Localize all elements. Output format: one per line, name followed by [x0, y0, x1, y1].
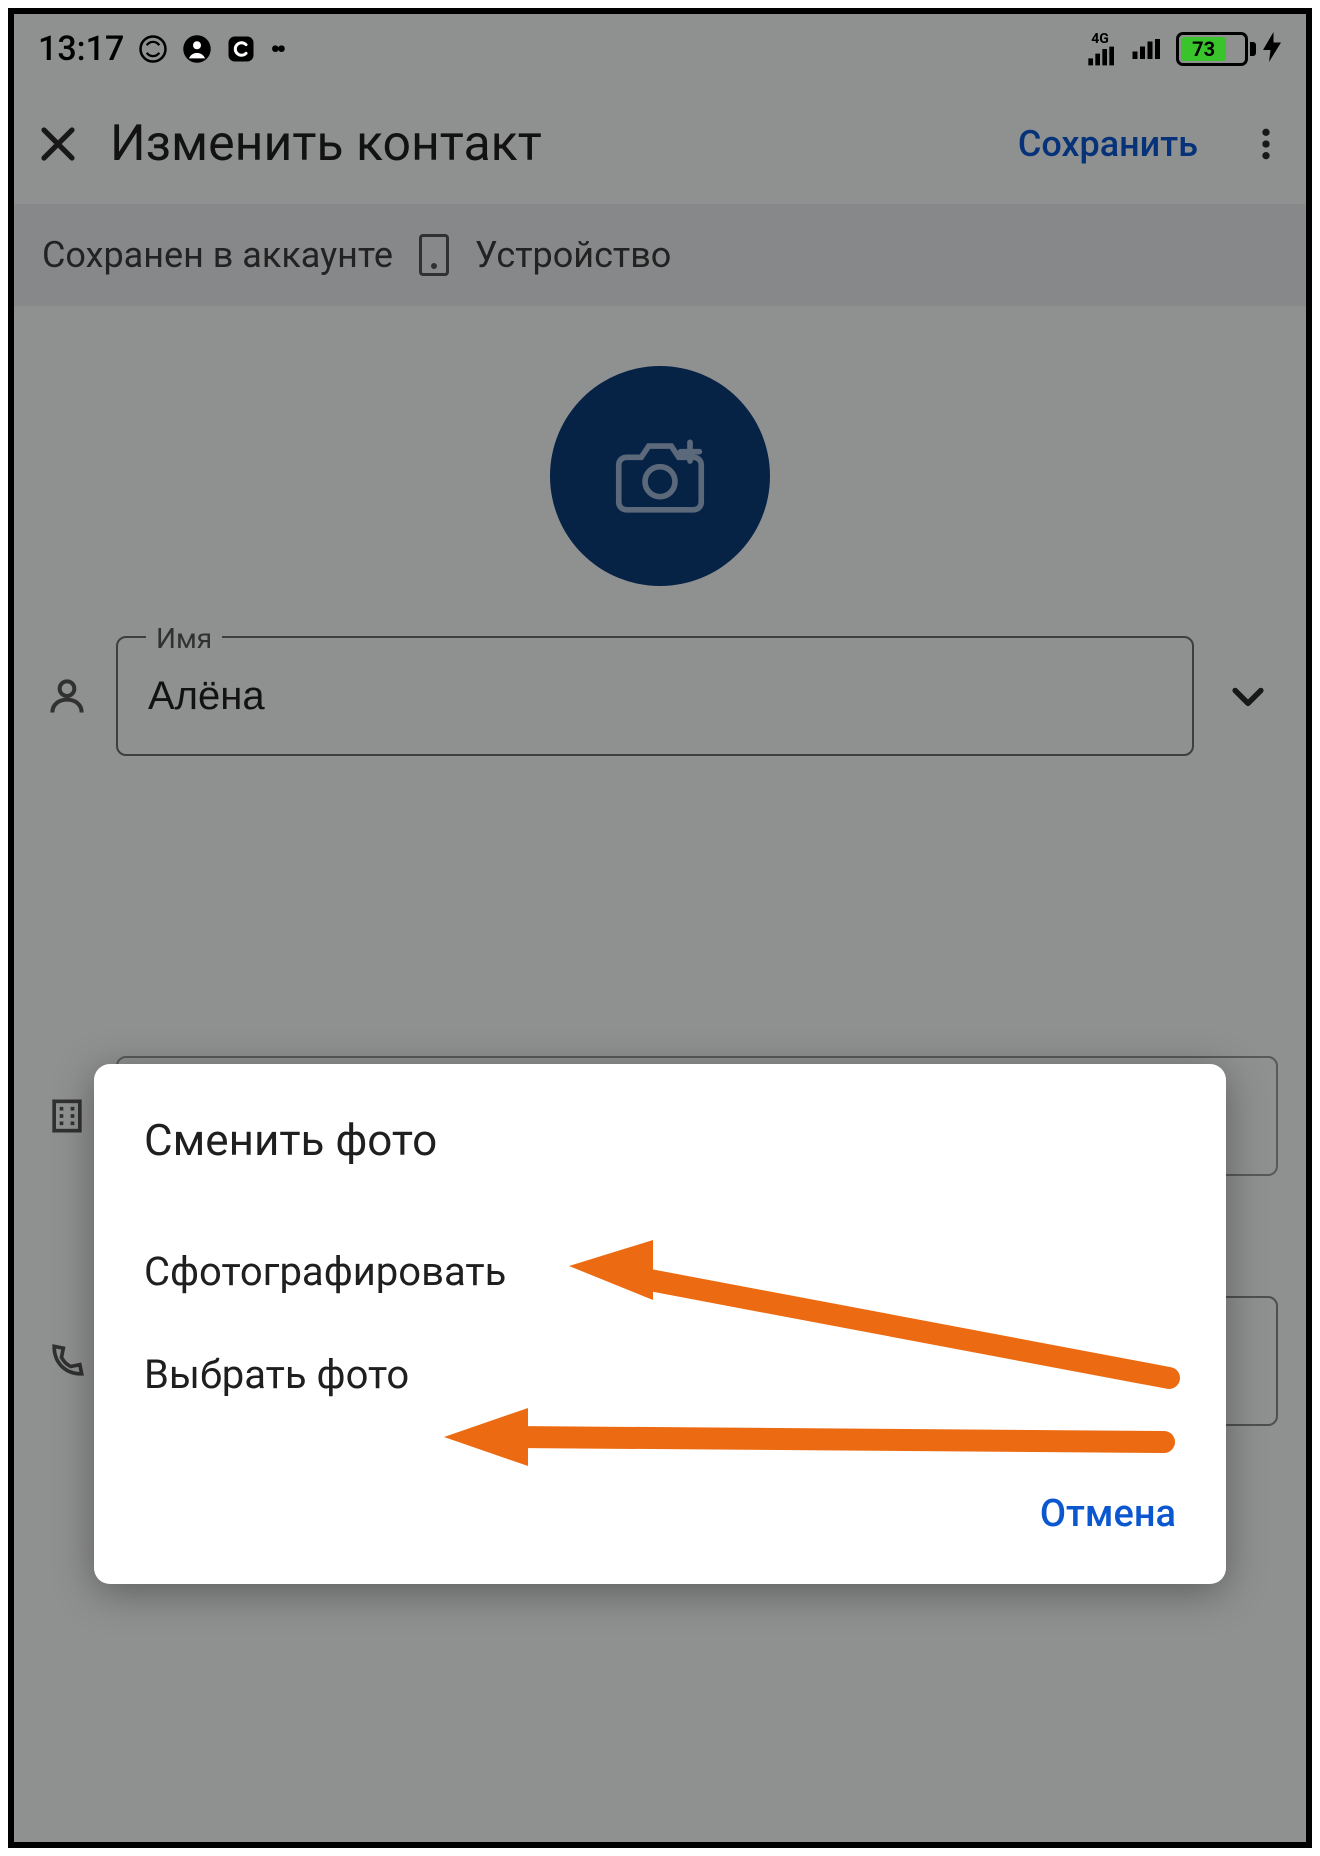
- dialog-title: Сменить фото: [144, 1114, 1176, 1166]
- person-icon: [42, 674, 92, 718]
- phone-screen: 13:17 •• 4G: [8, 8, 1312, 1848]
- more-vert-icon: [1246, 124, 1286, 164]
- toolbar-title: Изменить контакт: [110, 115, 990, 173]
- edit-contact-toolbar: Изменить контакт Сохранить: [14, 84, 1306, 204]
- status-bar: 13:17 •• 4G: [14, 14, 1306, 84]
- name-field[interactable]: Имя: [116, 636, 1194, 756]
- do-not-disturb-icon: [138, 34, 168, 64]
- camera-plus-icon: [615, 436, 705, 516]
- name-field-row: Имя: [14, 636, 1306, 796]
- saved-account-strip[interactable]: Сохранен в аккаунте Устройство: [14, 204, 1306, 306]
- take-photo-option[interactable]: Сфотографировать: [144, 1220, 1176, 1323]
- close-button[interactable]: [34, 120, 82, 168]
- more-notifications-icon: ••: [270, 33, 282, 66]
- phone-icon: [42, 1339, 92, 1383]
- signal-2-icon: [1128, 37, 1162, 61]
- save-button[interactable]: Сохранить: [1018, 123, 1198, 165]
- overflow-menu-button[interactable]: [1246, 124, 1286, 164]
- status-time: 13:17: [38, 29, 124, 69]
- device-icon: [419, 234, 449, 276]
- building-icon: [42, 1094, 92, 1138]
- name-field-label: Имя: [146, 622, 222, 655]
- account-icon: [182, 34, 212, 64]
- avatar-section: [14, 306, 1306, 636]
- expand-name-button[interactable]: [1218, 674, 1278, 718]
- charging-icon: [1262, 32, 1282, 66]
- add-photo-button[interactable]: [550, 366, 770, 586]
- change-photo-dialog: Сменить фото Сфотографировать Выбрать фо…: [94, 1064, 1226, 1584]
- app-badge-c-icon: [226, 34, 256, 64]
- signal-1-icon: [1086, 46, 1114, 66]
- dialog-cancel-button[interactable]: Отмена: [1030, 1474, 1176, 1554]
- name-input[interactable]: [148, 674, 1162, 719]
- battery-indicator: 73: [1176, 32, 1282, 66]
- close-icon: [34, 120, 82, 168]
- choose-photo-option[interactable]: Выбрать фото: [144, 1323, 1176, 1426]
- chevron-down-icon: [1226, 674, 1270, 718]
- saved-in-label: Сохранен в аккаунте: [42, 234, 393, 276]
- account-target: Устройство: [475, 234, 671, 276]
